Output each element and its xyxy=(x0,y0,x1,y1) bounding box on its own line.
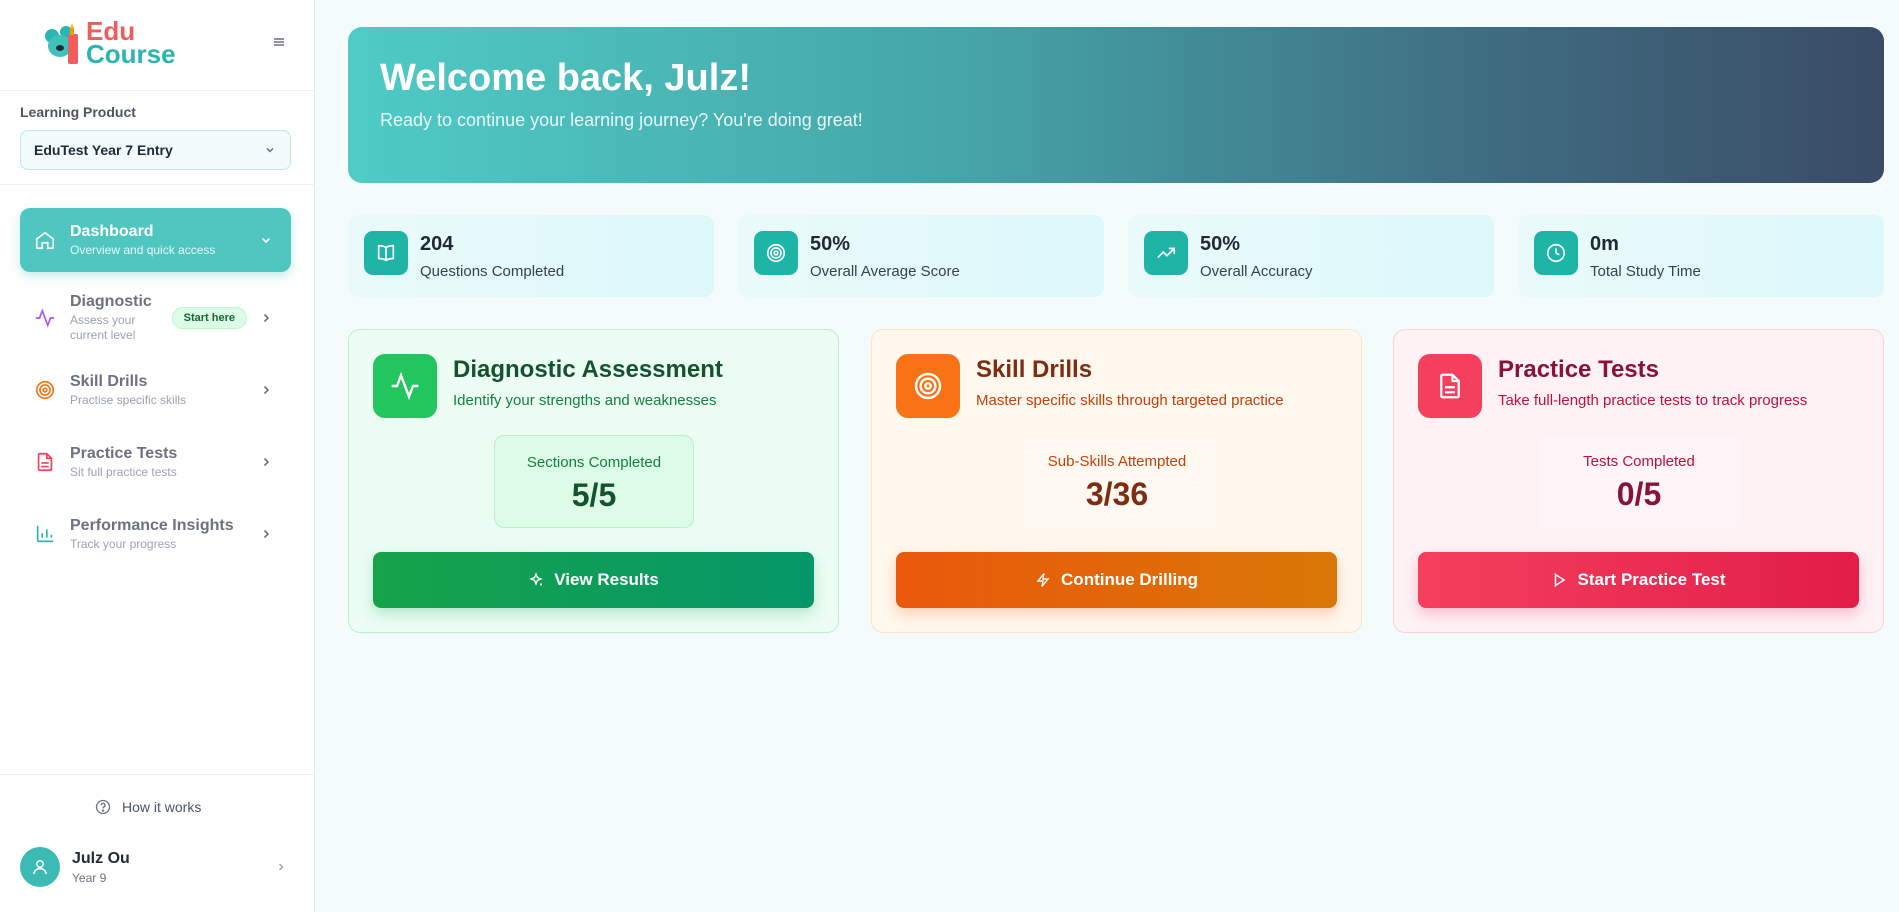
practice-tests-card: Practice Tests Take full-length practice… xyxy=(1393,329,1884,633)
chevron-right-icon xyxy=(263,457,270,467)
divider xyxy=(0,184,315,185)
chevron-right-icon xyxy=(263,529,270,539)
learning-product-value: EduTest Year 7 Entry xyxy=(34,142,173,158)
user-name: Julz Ou xyxy=(72,849,130,867)
file-text-icon xyxy=(1418,354,1482,418)
user-icon xyxy=(33,860,47,875)
card-stat-label: Tests Completed xyxy=(1583,453,1695,470)
button-label: Continue Drilling xyxy=(1061,570,1198,589)
sidebar-item-diagnostic[interactable]: Diagnostic Assess your current level Sta… xyxy=(20,282,291,354)
avatar xyxy=(20,847,60,887)
stat-label: Questions Completed xyxy=(420,263,565,280)
card-stat-label: Sub-Skills Attempted xyxy=(1047,453,1187,470)
sidebar-item-title: Skill Drills xyxy=(70,372,148,390)
sidebar-item-performance-insights[interactable]: Performance Insights Track your progress xyxy=(20,498,291,570)
stat-value: 50% xyxy=(1200,233,1241,255)
card-subtitle: Identify your strengths and weaknesses xyxy=(453,392,717,409)
sidebar-item-title: Practice Tests xyxy=(70,444,178,462)
chevron-down-icon xyxy=(266,147,274,153)
button-label: Start Practice Test xyxy=(1577,570,1726,589)
chevron-down-icon xyxy=(261,237,271,244)
brand-name: Edu Course xyxy=(86,18,176,69)
stat-label: Overall Accuracy xyxy=(1200,263,1313,280)
learning-product-block: Learning Product EduTest Year 7 Entry xyxy=(20,104,291,170)
card-stat-value: 5/5 xyxy=(571,477,617,513)
sidebar-item-subtitle: Assess your current level xyxy=(70,313,136,342)
sidebar-item-subtitle: Overview and quick access xyxy=(70,242,216,257)
divider xyxy=(0,774,315,775)
sparkles-icon xyxy=(529,572,544,586)
book-icon xyxy=(364,231,408,275)
sidebar-item-dashboard[interactable]: Dashboard Overview and quick access xyxy=(20,208,291,272)
sidebar-item-subtitle: Sit full practice tests xyxy=(70,464,177,479)
clock-icon xyxy=(1534,231,1578,275)
stat-label: Total Study Time xyxy=(1590,263,1701,280)
stat-total-study-time: 0m Total Study Time xyxy=(1518,215,1884,297)
sidebar-item-practice-tests[interactable]: Practice Tests Sit full practice tests xyxy=(20,426,291,498)
button-label: View Results xyxy=(554,570,659,589)
activity-icon xyxy=(35,308,55,328)
how-it-works-label: How it works xyxy=(122,799,202,815)
card-stat: Tests Completed 0/5 xyxy=(1539,435,1739,528)
card-subtitle: Take full-length practice tests to track… xyxy=(1498,392,1808,409)
brand-line-2: Course xyxy=(86,39,176,69)
card-stat-label: Sections Completed xyxy=(526,454,662,471)
welcome-title: Welcome back, Julz! xyxy=(380,57,751,99)
play-icon xyxy=(1555,573,1566,587)
welcome-subtitle: Ready to continue your learning journey?… xyxy=(380,110,863,130)
card-title: Diagnostic Assessment xyxy=(453,356,723,383)
sidebar-item-title: Dashboard xyxy=(70,222,154,240)
chevron-right-icon xyxy=(263,385,270,395)
card-title: Skill Drills xyxy=(976,356,1093,383)
card-stat-value: 3/36 xyxy=(1085,476,1149,512)
chevron-right-icon xyxy=(278,863,284,871)
diagnostic-card: Diagnostic Assessment Identify your stre… xyxy=(348,329,839,633)
home-icon xyxy=(35,231,55,250)
logo-row: Edu Course xyxy=(0,0,314,91)
target-icon xyxy=(896,354,960,418)
stat-average-score: 50% Overall Average Score xyxy=(738,215,1104,297)
sidebar-nav: Dashboard Overview and quick access Diag… xyxy=(20,208,291,570)
target-icon xyxy=(754,231,798,275)
sidebar-item-title: Diagnostic xyxy=(70,293,152,310)
continue-drilling-button[interactable]: Continue Drilling xyxy=(896,552,1337,608)
card-title: Practice Tests xyxy=(1498,356,1659,383)
sidebar: Edu Course Learning Product EduTest Year… xyxy=(0,0,315,912)
brand-logo[interactable]: Edu Course xyxy=(44,18,176,69)
help-circle-icon xyxy=(95,799,111,815)
stat-value: 50% xyxy=(810,233,851,255)
activity-icon xyxy=(373,354,437,418)
stat-value: 0m xyxy=(1590,233,1619,255)
bar-chart-icon xyxy=(36,525,54,543)
start-here-badge: Start here xyxy=(171,307,247,329)
stat-value: 204 xyxy=(420,233,454,255)
sidebar-item-subtitle: Track your progress xyxy=(70,536,177,551)
welcome-banner: Welcome back, Julz! Ready to continue yo… xyxy=(348,27,1884,183)
start-practice-test-button[interactable]: Start Practice Test xyxy=(1418,552,1859,608)
user-role: Year 9 xyxy=(72,870,107,885)
stat-overall-accuracy: 50% Overall Accuracy xyxy=(1128,215,1494,297)
card-stat-value: 0/5 xyxy=(1616,476,1662,512)
trending-up-icon xyxy=(1144,231,1188,275)
file-text-icon xyxy=(37,452,53,472)
hamburger-menu-icon[interactable] xyxy=(271,34,287,50)
learning-product-select[interactable]: EduTest Year 7 Entry xyxy=(20,130,291,170)
how-it-works-link[interactable]: How it works xyxy=(95,799,201,815)
card-stat: Sections Completed 5/5 xyxy=(494,435,694,528)
stat-label: Overall Average Score xyxy=(810,263,960,280)
sidebar-item-skill-drills[interactable]: Skill Drills Practise specific skills xyxy=(20,354,291,426)
skill-drills-card: Skill Drills Master specific skills thro… xyxy=(871,329,1362,633)
chevron-right-icon xyxy=(263,313,270,323)
sidebar-item-subtitle: Practise specific skills xyxy=(70,392,187,407)
koala-logo-icon xyxy=(44,20,84,66)
view-results-button[interactable]: View Results xyxy=(373,552,814,608)
target-icon xyxy=(35,380,55,400)
user-profile[interactable]: Julz Ou Year 9 xyxy=(20,846,291,888)
sidebar-item-title: Performance Insights xyxy=(70,516,234,534)
zap-icon xyxy=(1036,573,1050,587)
card-stat: Sub-Skills Attempted 3/36 xyxy=(1017,435,1217,528)
stat-questions-completed: 204 Questions Completed xyxy=(348,215,714,297)
card-subtitle: Master specific skills through targeted … xyxy=(976,392,1284,409)
learning-product-label: Learning Product xyxy=(20,104,136,120)
